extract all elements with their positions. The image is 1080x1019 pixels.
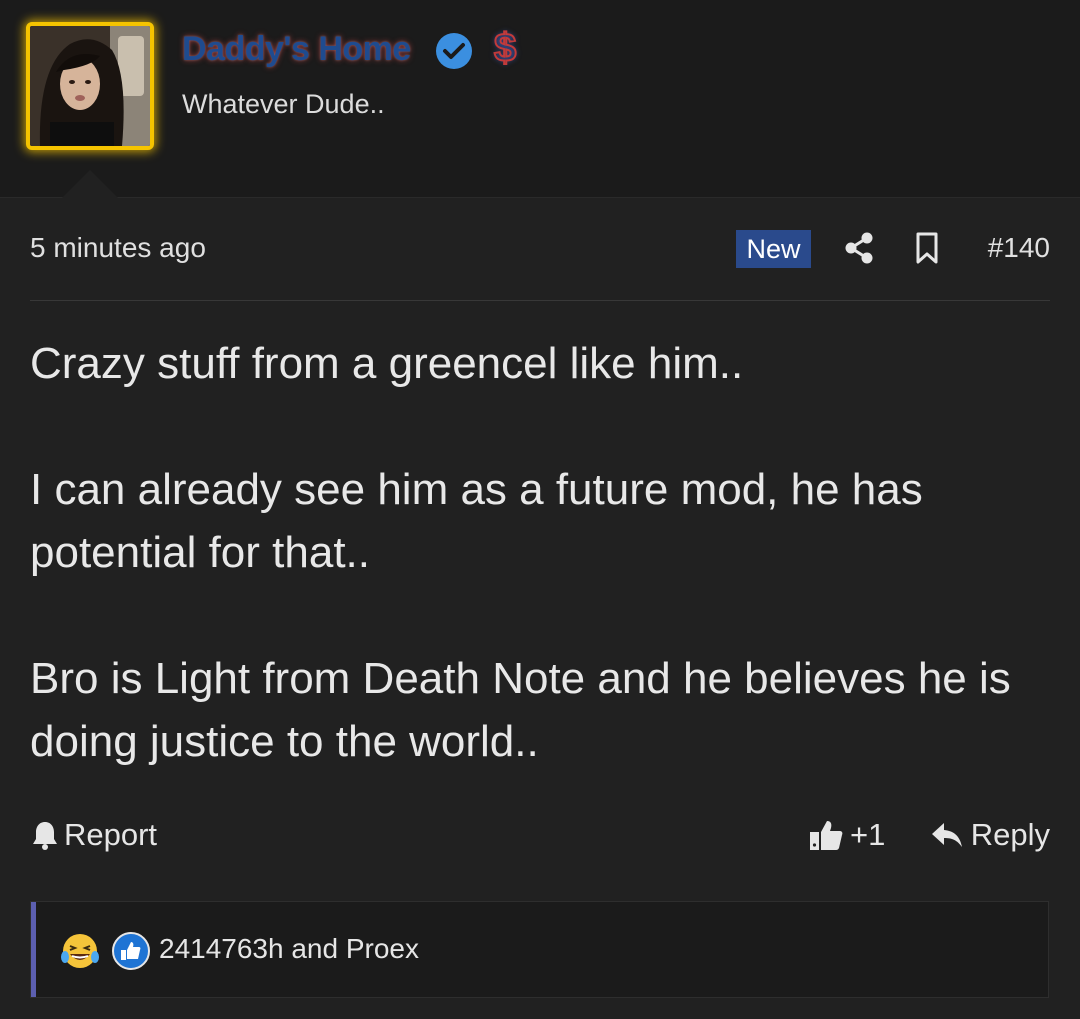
post-timestamp[interactable]: 5 minutes ago <box>30 232 206 264</box>
post-paragraph: Crazy stuff from a greencel like him.. <box>30 339 744 388</box>
dollar-icon: $ <box>493 25 517 71</box>
post-user-header: Daddy's Home $ Whatever Dude.. <box>0 0 1080 198</box>
thumbs-up-icon <box>810 821 843 850</box>
reply-button[interactable]: Reply <box>931 817 1050 853</box>
laughing-crying-emoji-icon <box>61 934 99 968</box>
header-pointer-arrow <box>62 170 118 198</box>
user-avatar[interactable] <box>26 22 154 150</box>
like-count: +1 <box>850 817 886 852</box>
share-icon[interactable] <box>844 231 874 265</box>
reply-label: Reply <box>970 817 1050 852</box>
avatar-image <box>30 26 150 146</box>
reactions-users[interactable]: 2414763h and Proex <box>159 933 419 965</box>
reactions-accent-bar <box>31 902 36 997</box>
report-label: Report <box>64 817 158 852</box>
post-paragraph: Bro is Light from Death Note and he beli… <box>30 654 1011 766</box>
post-actions: Report +1 Reply <box>30 812 1050 862</box>
report-button[interactable]: Report <box>30 817 157 853</box>
reply-arrow-icon <box>931 823 962 847</box>
user-title: Whatever Dude.. <box>182 89 385 119</box>
bookmark-icon[interactable] <box>914 231 940 265</box>
post-meta-row: 5 minutes ago New #140 <box>30 225 1050 275</box>
reaction-icons <box>60 931 151 971</box>
bell-icon <box>33 822 57 850</box>
meta-divider <box>30 300 1050 301</box>
thumbs-up-reaction-icon <box>112 932 150 970</box>
reactions-bar[interactable]: 2414763h and Proex <box>30 901 1049 998</box>
verified-badge-icon <box>436 33 472 69</box>
new-badge: New <box>736 230 811 268</box>
like-button[interactable]: +1 <box>808 817 885 853</box>
post-number-link[interactable]: #140 <box>988 232 1050 264</box>
post-body: Crazy stuff from a greencel like him.. I… <box>30 332 1040 773</box>
username-link[interactable]: Daddy's Home <box>182 30 411 69</box>
post-paragraph: I can already see him as a future mod, h… <box>30 465 923 577</box>
